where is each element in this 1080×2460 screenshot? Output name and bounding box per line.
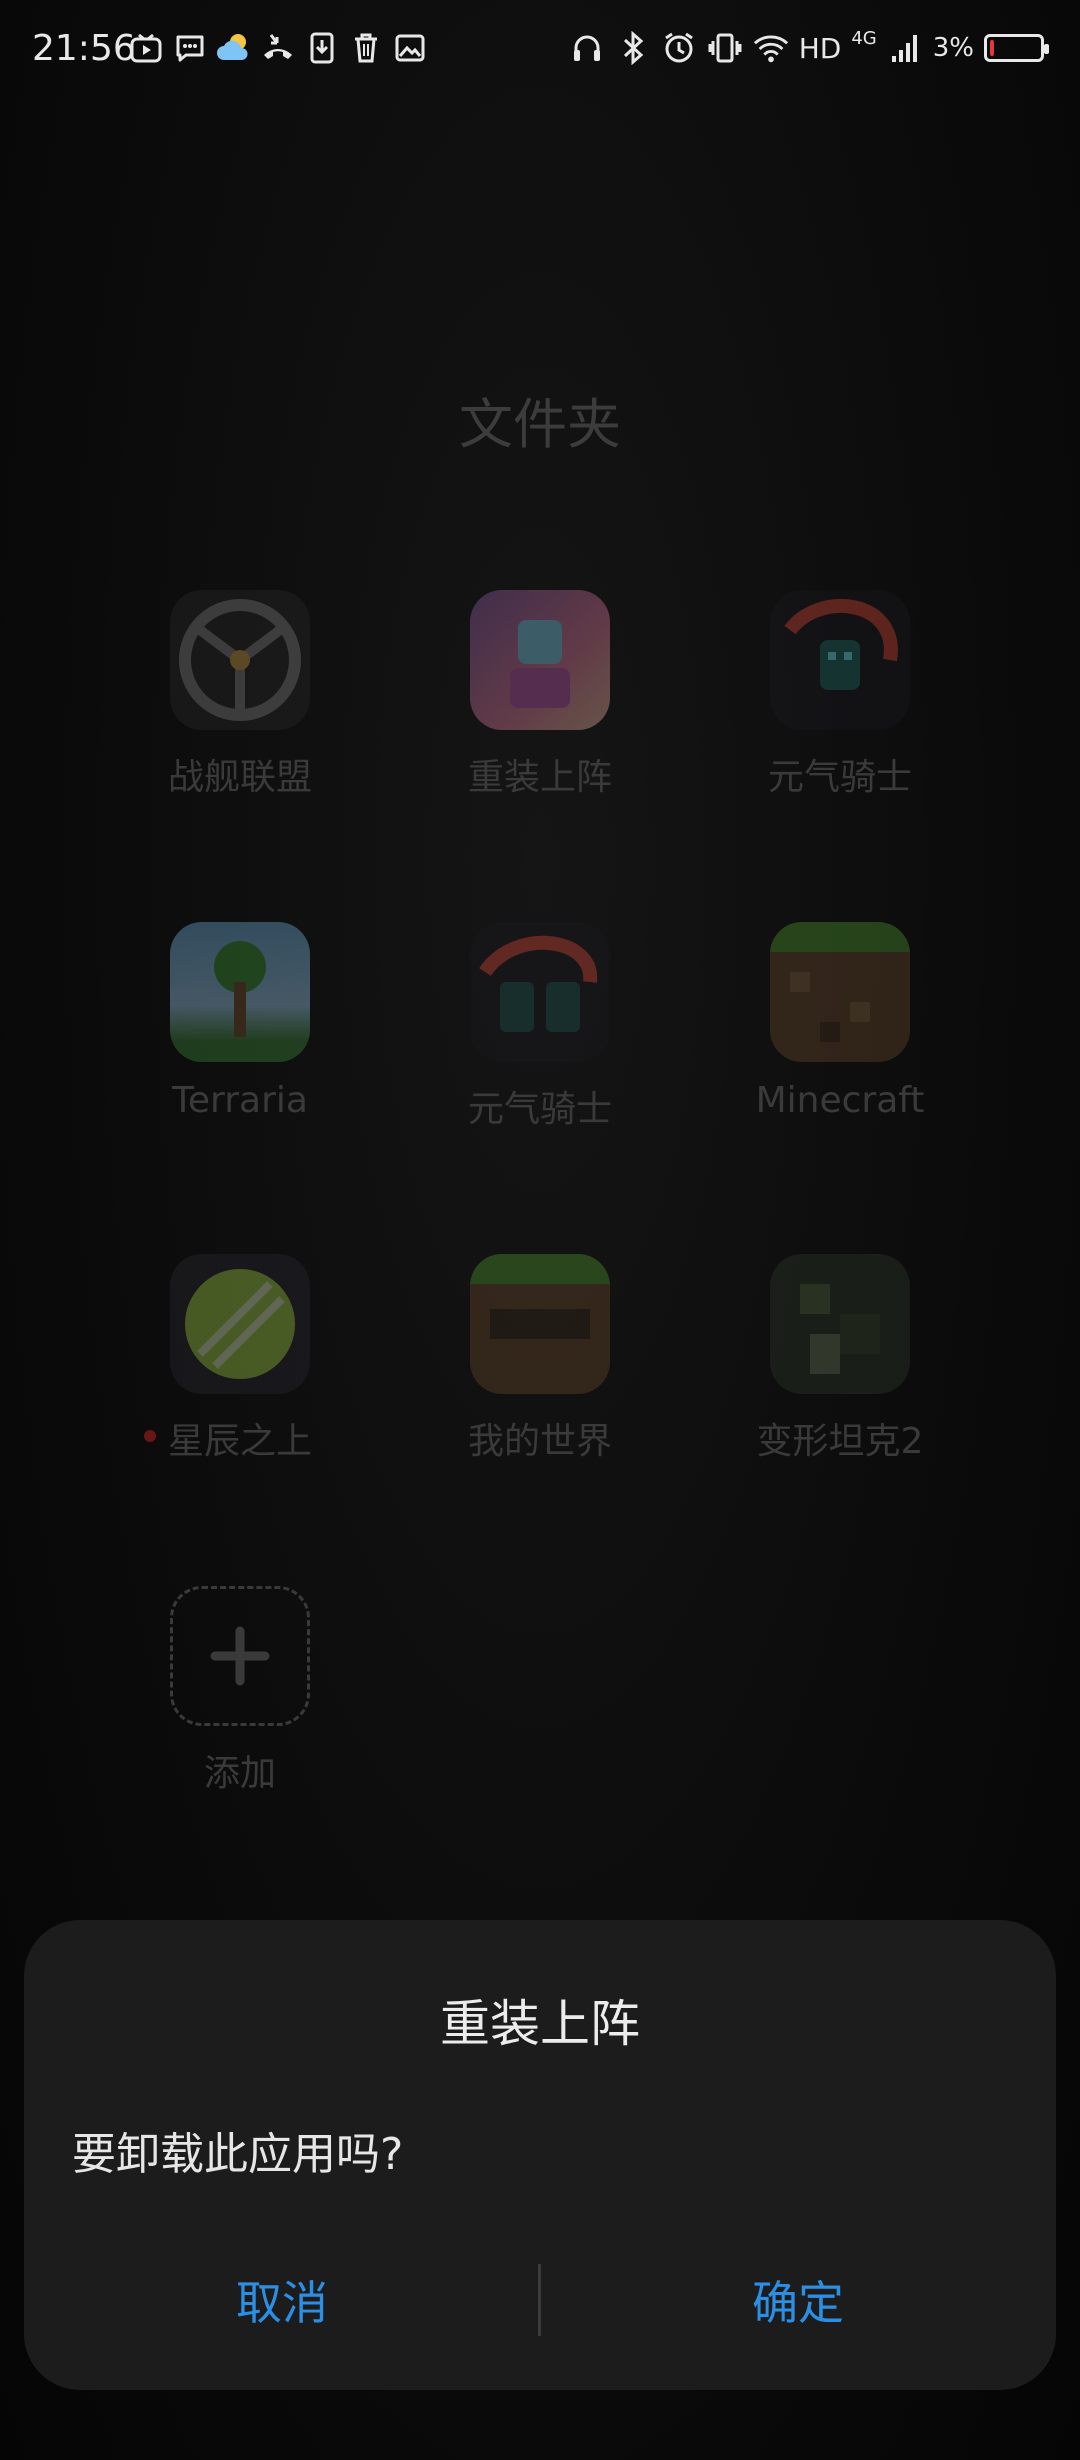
transform-tank-icon [770, 1254, 910, 1394]
network-type-label: 4G [851, 27, 877, 49]
video-app-icon [128, 30, 164, 66]
status-time: 21:56 [32, 28, 136, 69]
plus-icon [170, 1586, 310, 1726]
app-shortcut[interactable]: 元气骑士 [690, 590, 990, 852]
uninstall-dialog: 重装上阵 要卸载此应用吗? 取消 确定 [24, 1920, 1056, 2390]
signal-icon [887, 30, 923, 66]
app-shortcut[interactable]: 变形坦克2 [690, 1254, 990, 1516]
reassembly-icon [470, 590, 610, 730]
soul-knight-icon [770, 590, 910, 730]
app-label: 变形坦克2 [756, 1421, 924, 1462]
minecraft-icon [770, 922, 910, 1062]
add-app-button[interactable]: 添加 [90, 1586, 390, 1848]
status-bar: 21:56 HD 4G 3% [0, 0, 1080, 100]
app-label-text: 星辰之上 [167, 1421, 312, 1462]
trash-icon [348, 30, 384, 66]
battery-percent: 3% [932, 33, 974, 63]
terraria-icon [170, 922, 310, 1062]
chat-bubble-icon [172, 30, 208, 66]
app-label: 星辰之上 [143, 1412, 312, 1464]
folder-title[interactable]: 文件夹 [0, 380, 1080, 459]
vibrate-icon [707, 30, 743, 66]
alarm-icon [661, 30, 697, 66]
gallery-icon [392, 30, 428, 66]
my-world-icon [470, 1254, 610, 1394]
app-shortcut[interactable]: 战舰联盟 [90, 590, 390, 852]
missed-call-icon [260, 30, 296, 66]
cancel-button[interactable]: 取消 [24, 2250, 540, 2350]
app-label: Minecraft [755, 1080, 925, 1121]
battery-fill [990, 40, 994, 56]
headphones-icon [569, 30, 605, 66]
wifi-icon [753, 30, 789, 66]
app-shortcut[interactable]: 重装上阵 [390, 590, 690, 852]
network-hd-label: HD [798, 31, 842, 65]
app-label: 我的世界 [467, 1421, 612, 1462]
battery-icon [984, 34, 1049, 62]
soul-knight-icon [470, 922, 610, 1062]
above-the-stars-icon [170, 1254, 310, 1394]
app-shortcut[interactable]: 我的世界 [390, 1254, 690, 1516]
warship-alliance-icon [170, 590, 310, 730]
bluetooth-icon [615, 30, 651, 66]
app-label: 战舰联盟 [167, 757, 312, 798]
system-status-icons: HD 4G 3% [569, 27, 1049, 66]
app-shortcut[interactable]: Terraria [90, 922, 390, 1184]
folder-app-grid: 战舰联盟 重装上阵 元气骑士 Terraria 元气骑士 Minecraft 星… [90, 590, 990, 1848]
app-label: 元气骑士 [767, 757, 912, 798]
app-label: Terraria [172, 1080, 308, 1121]
app-shortcut[interactable]: Minecraft [690, 922, 990, 1184]
app-label: 重装上阵 [467, 757, 612, 798]
weather-cloud-icon [216, 30, 252, 66]
confirm-button[interactable]: 确定 [540, 2250, 1056, 2350]
new-badge-dot [143, 1430, 156, 1442]
app-shortcut[interactable]: 星辰之上 [90, 1254, 390, 1516]
dialog-title: 重装上阵 [440, 1995, 640, 2053]
dialog-message: 要卸载此应用吗? [72, 2129, 404, 2180]
add-app-label: 添加 [203, 1753, 276, 1794]
download-icon [304, 30, 340, 66]
notification-icons [128, 30, 428, 66]
app-label: 元气骑士 [467, 1089, 612, 1130]
app-shortcut[interactable]: 元气骑士 [390, 922, 690, 1184]
